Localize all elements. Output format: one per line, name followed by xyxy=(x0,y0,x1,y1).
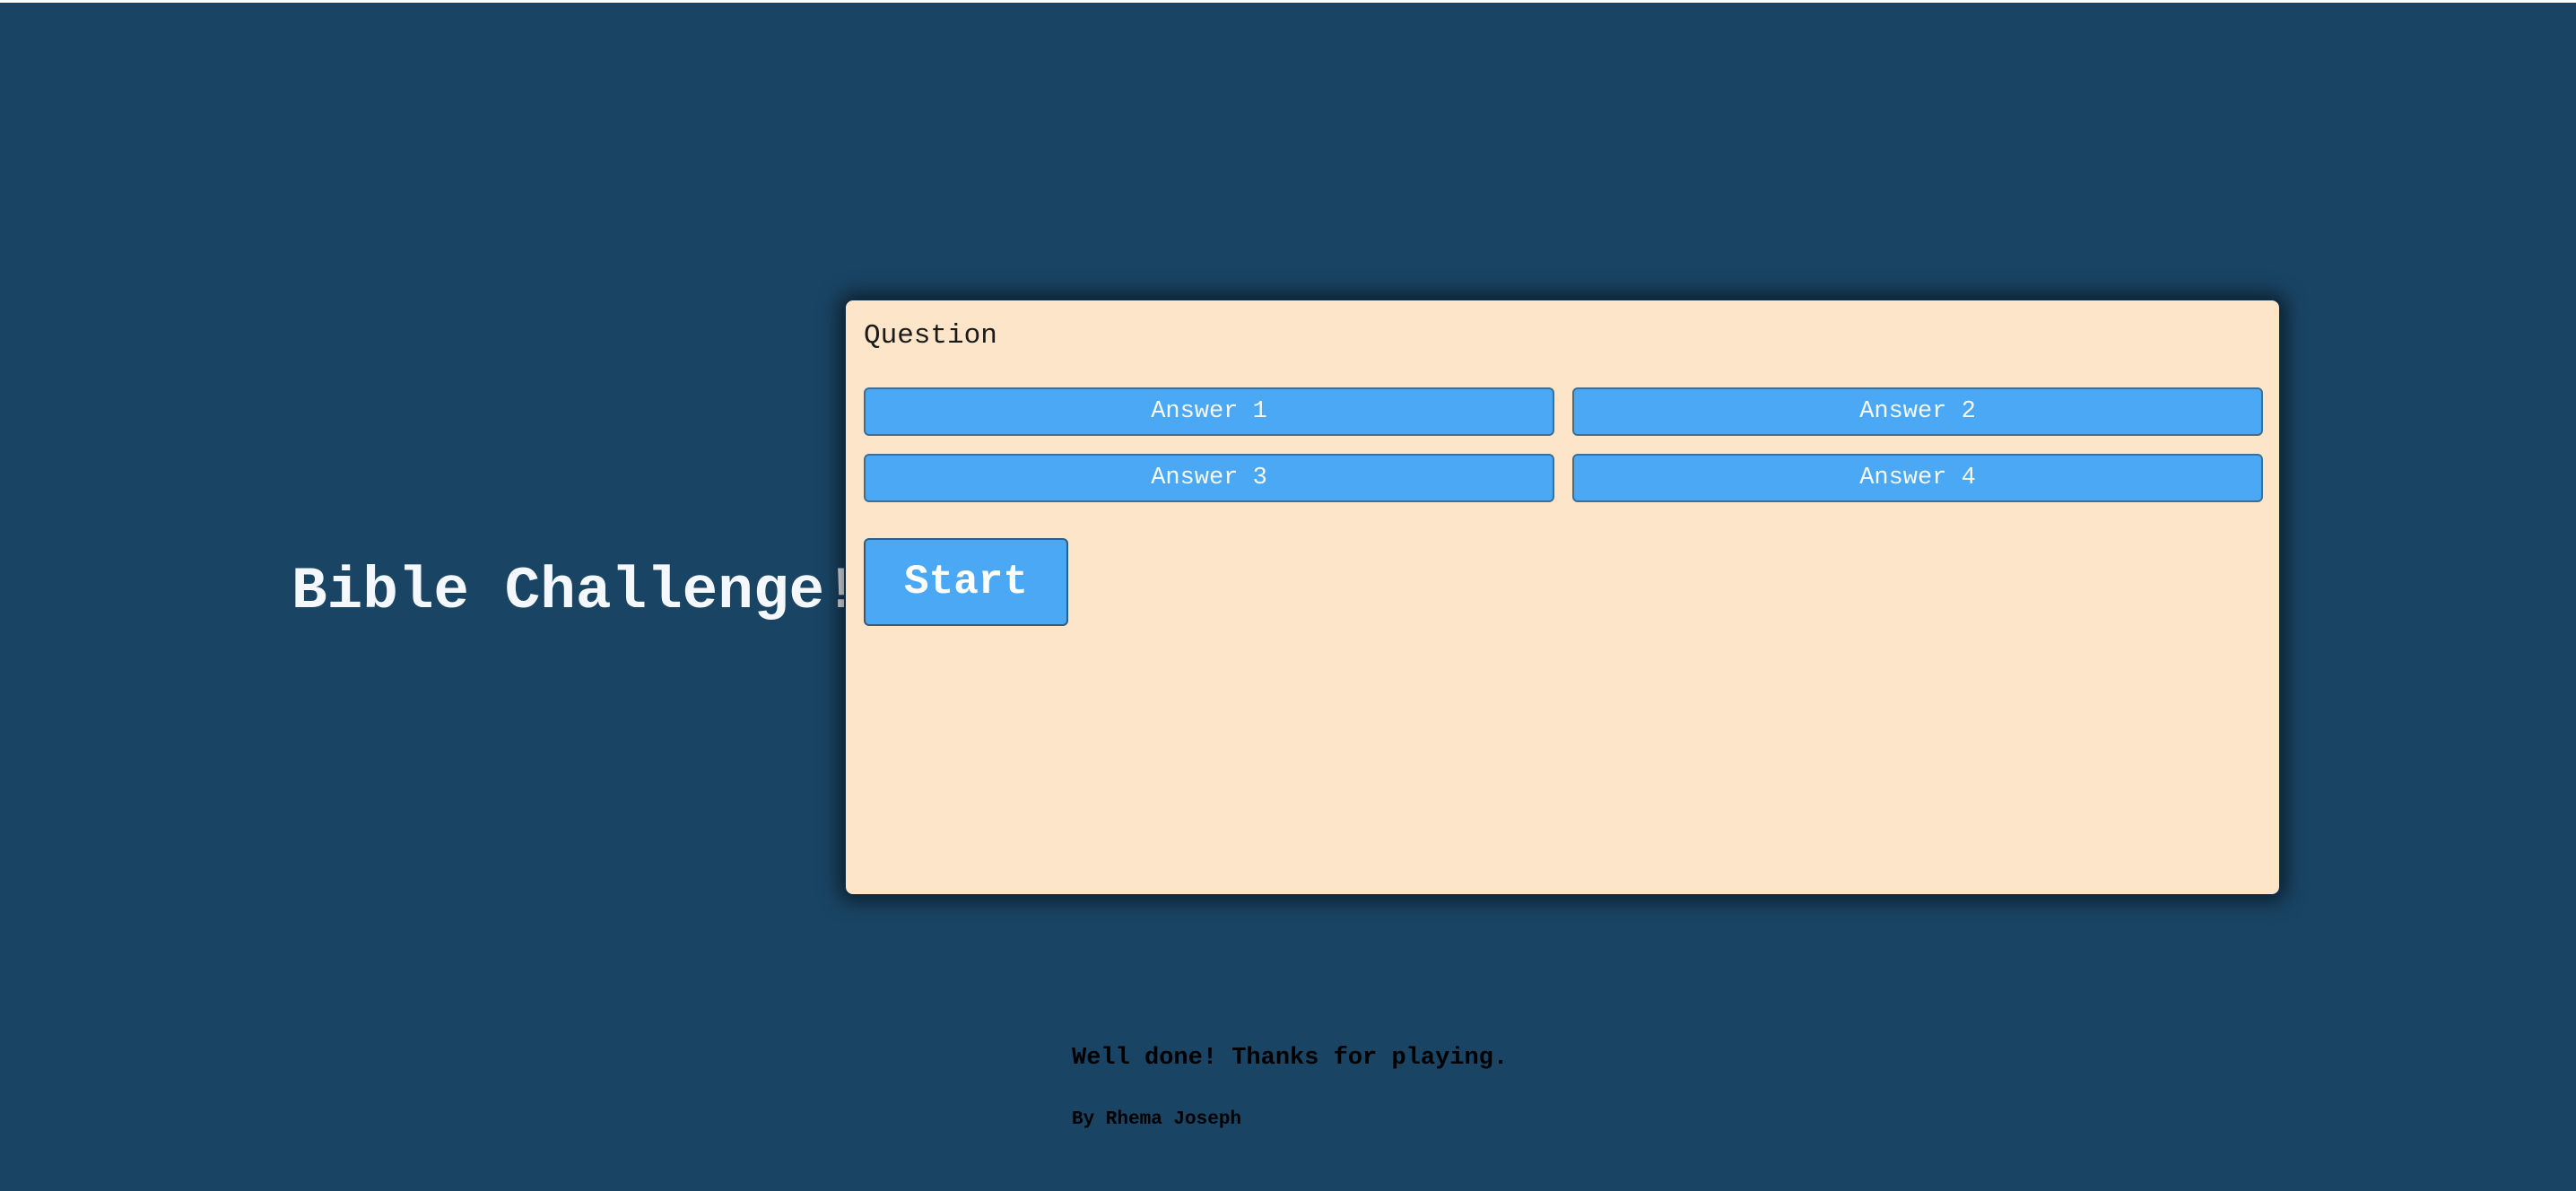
quiz-card: Question Answer 1 Answer 2 Answer 3 Answ… xyxy=(844,299,2281,896)
author-credit: By Rhema Joseph xyxy=(1072,1109,1242,1130)
completion-message: Well done! Thanks for playing. xyxy=(1072,1045,1509,1072)
answer-2-button[interactable]: Answer 2 xyxy=(1572,387,2263,436)
question-text: Question xyxy=(864,320,997,352)
answer-3-button[interactable]: Answer 3 xyxy=(864,454,1554,502)
answer-4-button[interactable]: Answer 4 xyxy=(1572,454,2263,502)
start-button[interactable]: Start xyxy=(864,538,1068,626)
answer-grid: Answer 1 Answer 2 Answer 3 Answer 4 xyxy=(864,387,2263,502)
answer-1-button[interactable]: Answer 1 xyxy=(864,387,1554,436)
page-title: Bible Challenge! xyxy=(292,558,860,625)
top-border xyxy=(0,0,2576,3)
